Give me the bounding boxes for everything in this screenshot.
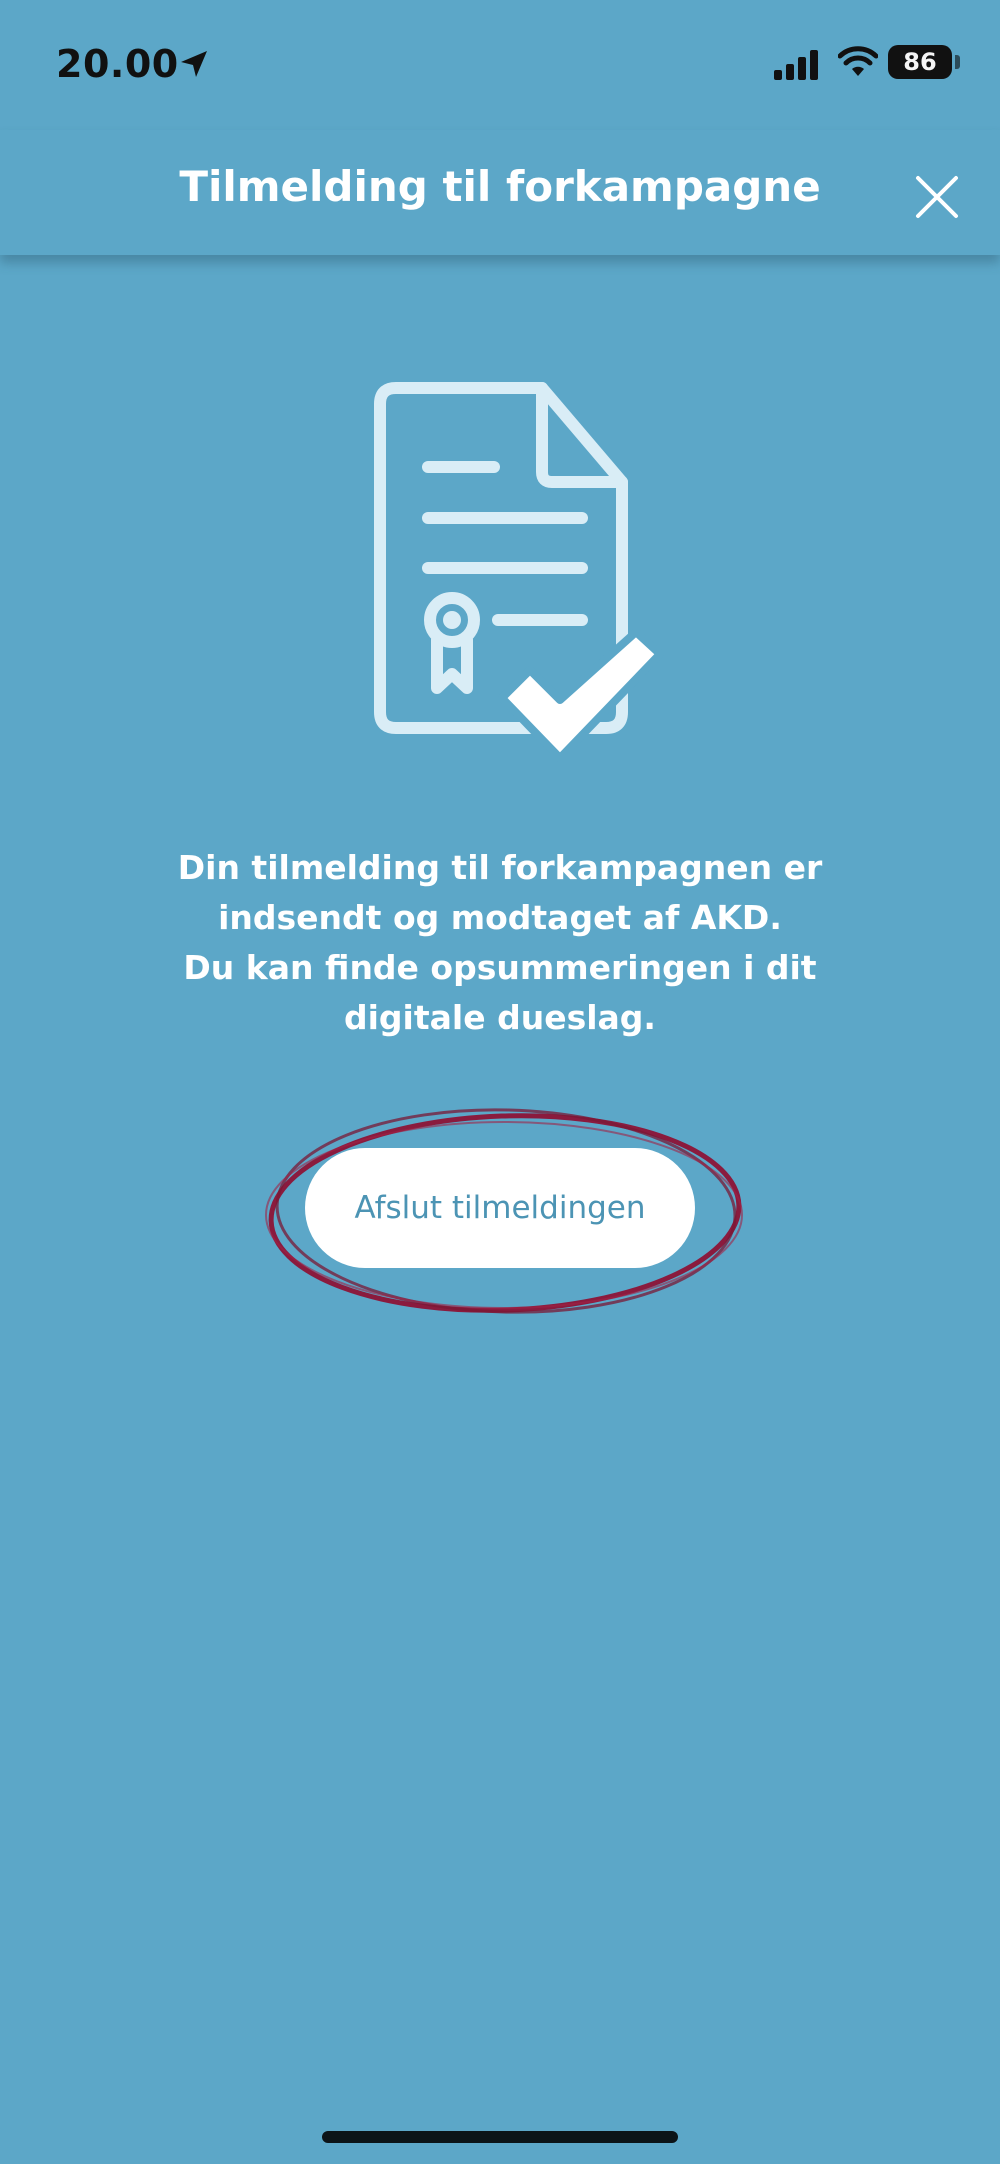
message-line: Du kan finde opsummeringen i dit bbox=[183, 948, 817, 987]
close-button[interactable] bbox=[905, 165, 969, 229]
header: Tilmelding til forkampagne bbox=[0, 130, 1000, 255]
document-certificate-check-icon bbox=[374, 382, 664, 762]
message-line: digitale dueslag. bbox=[344, 998, 656, 1037]
home-indicator[interactable] bbox=[322, 2131, 678, 2143]
battery-level: 86 bbox=[903, 48, 937, 76]
location-arrow-icon bbox=[181, 51, 207, 77]
message-line: indsendt og modtaget af AKD. bbox=[218, 898, 782, 937]
finish-registration-button[interactable]: Afslut tilmeldingen bbox=[305, 1148, 695, 1268]
close-icon bbox=[916, 176, 958, 218]
wifi-icon bbox=[838, 46, 878, 76]
status-bar: 20.00 86 bbox=[0, 0, 1000, 130]
battery-tip bbox=[955, 55, 960, 69]
message-line: Din tilmelding til forkampagnen er bbox=[177, 848, 823, 887]
confirmation-message: Din tilmelding til forkampagnen er indse… bbox=[100, 843, 900, 1043]
battery-indicator: 86 bbox=[888, 45, 952, 79]
page-title: Tilmelding til forkampagne bbox=[179, 162, 821, 211]
cellular-signal-icon bbox=[774, 50, 818, 80]
status-time: 20.00 bbox=[56, 42, 179, 86]
